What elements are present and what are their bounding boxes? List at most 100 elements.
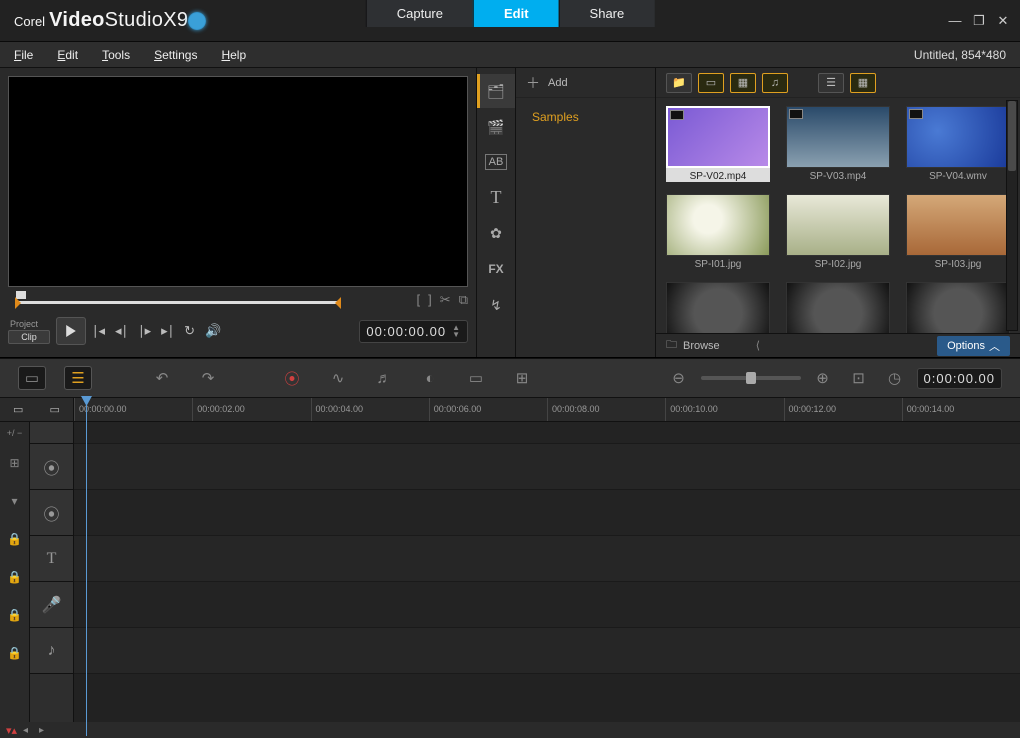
library-thumbnail[interactable]: SP-V03.mp4	[786, 106, 890, 190]
sound-mixer-icon[interactable]: ∿	[324, 366, 352, 390]
title-track-head[interactable]: T	[30, 536, 73, 582]
project-duration[interactable]: 0:00:00.00	[917, 368, 1002, 389]
voice-track-head[interactable]: 🎤	[30, 582, 73, 628]
multicam-icon[interactable]: ⊞	[508, 366, 536, 390]
scrub-bar[interactable]	[18, 301, 338, 304]
path-icon[interactable]: ↯	[477, 288, 515, 322]
tab-capture[interactable]: Capture	[366, 0, 473, 27]
music-track-head[interactable]: ♪	[30, 628, 73, 674]
show-photo-icon[interactable]: ▦	[730, 73, 756, 93]
library-thumbnail[interactable]: SP-V04.wmv	[906, 106, 1010, 190]
snapshot-icon[interactable]: ⧉	[459, 292, 468, 308]
volume-icon[interactable]: 🔊	[205, 323, 221, 339]
zoom-slider[interactable]	[701, 376, 801, 380]
library-thumbnail[interactable]: SP-I01.jpg	[666, 194, 770, 278]
overlay-track-head[interactable]: ⦿	[30, 490, 73, 536]
fit-project-icon[interactable]: ⊡	[845, 366, 873, 390]
track-collapse-a-icon[interactable]: ▭	[13, 403, 23, 416]
track-manager-icon[interactable]: ⊞	[0, 444, 29, 482]
subtitle-icon[interactable]: ▭	[462, 366, 490, 390]
timeline-view-icon[interactable]: ☰	[64, 366, 92, 390]
timecode-stepper[interactable]: ▲▼	[452, 324, 461, 338]
library-scrollbar[interactable]	[1006, 100, 1018, 331]
options-button[interactable]: Options︿	[937, 336, 1010, 356]
folder-column: ＋ Add Samples	[515, 68, 655, 357]
preview-screen[interactable]	[9, 77, 467, 286]
filter-icon[interactable]: FX	[477, 252, 515, 286]
graphic-icon[interactable]: ✿	[477, 216, 515, 250]
title-icon[interactable]: T	[477, 180, 515, 214]
title-track-lane[interactable]	[74, 536, 1020, 582]
mark-out-icon[interactable]: ]	[428, 292, 432, 308]
list-view-icon[interactable]: ☰	[818, 73, 844, 93]
project-mode-label[interactable]: Project	[8, 318, 50, 330]
instant-project-icon[interactable]: 🎬	[477, 110, 515, 144]
library-thumbnail[interactable]: SP-I03.jpg	[906, 194, 1010, 278]
go-end-icon[interactable]: ▸∣	[161, 323, 174, 339]
undo-icon[interactable]: ↶	[148, 366, 176, 390]
library-thumbnail[interactable]	[906, 282, 1010, 333]
add-label[interactable]: Add	[548, 77, 568, 89]
library-thumbnail[interactable]: SP-V02.mp4	[666, 106, 770, 190]
menu-settings[interactable]: Settings	[154, 48, 197, 62]
zoom-out-icon[interactable]: ⊖	[665, 366, 693, 390]
library-thumbnail[interactable]	[666, 282, 770, 333]
video-track-head[interactable]: ⦿	[30, 444, 73, 490]
track-lanes[interactable]	[74, 422, 1020, 722]
footer-arrow-icon[interactable]: ⟨	[756, 339, 760, 352]
browse-label[interactable]: Browse	[683, 340, 720, 352]
plus-minus-toggle[interactable]: +/ −	[0, 422, 29, 444]
guide-button[interactable]	[188, 12, 206, 30]
lock-icon-3[interactable]: 🔒	[0, 596, 29, 634]
lock-icon-4[interactable]: 🔒	[0, 634, 29, 672]
browse-icon[interactable]: 🗀	[666, 336, 677, 355]
plus-icon[interactable]: ＋	[526, 73, 540, 93]
cut-icon[interactable]: ✂	[440, 292, 451, 308]
video-track-lane[interactable]	[74, 444, 1020, 490]
track-collapse-b-icon[interactable]: ▭	[50, 403, 60, 416]
play-button[interactable]	[56, 317, 86, 345]
menu-tools[interactable]: Tools	[102, 48, 130, 62]
marker-icon[interactable]: ▾▴	[6, 724, 17, 737]
auto-music-icon[interactable]: ♬	[370, 366, 398, 390]
clip-mode-label[interactable]: Clip	[8, 330, 50, 344]
loop-icon[interactable]: ↻	[184, 323, 195, 339]
record-icon[interactable]: ⦿	[278, 366, 306, 390]
close-icon[interactable]: ✕	[996, 14, 1010, 28]
timecode-display[interactable]: 00:00:00.00 ▲▼	[359, 320, 468, 343]
timeline-playhead[interactable]	[86, 396, 87, 736]
lock-icon-2[interactable]: 🔒	[0, 558, 29, 596]
redo-icon[interactable]: ↷	[194, 366, 222, 390]
folder-samples[interactable]: Samples	[516, 104, 655, 130]
show-video-icon[interactable]: ▭	[698, 73, 724, 93]
minimize-icon[interactable]: —	[948, 14, 962, 28]
storyboard-view-icon[interactable]: ▭	[18, 366, 46, 390]
music-track-lane[interactable]	[74, 628, 1020, 674]
tab-edit[interactable]: Edit	[473, 0, 559, 27]
voice-track-lane[interactable]	[74, 582, 1020, 628]
scroll-left-icon[interactable]: ◂	[23, 725, 33, 736]
transition-icon[interactable]: AB	[485, 154, 507, 170]
import-icon[interactable]: 📁	[666, 73, 692, 93]
library-thumbnail[interactable]	[786, 282, 890, 333]
lock-icon-1[interactable]: 🔒	[0, 520, 29, 558]
library-thumbnail[interactable]: SP-I02.jpg	[786, 194, 890, 278]
scroll-right-icon[interactable]: ▸	[39, 725, 49, 736]
menu-file[interactable]: File	[14, 48, 33, 62]
ruler-ticks[interactable]: 00:00:00.0000:00:02.0000:00:04.0000:00:0…	[74, 398, 1020, 421]
restore-icon[interactable]: ❐	[972, 14, 986, 28]
chevron-down-icon[interactable]: ▾	[0, 482, 29, 520]
step-fwd-icon[interactable]: ∣▸	[138, 323, 151, 339]
zoom-in-icon[interactable]: ⊕	[809, 366, 837, 390]
go-start-icon[interactable]: ∣◂	[92, 323, 105, 339]
menu-edit[interactable]: Edit	[57, 48, 78, 62]
overlay-track-lane[interactable]	[74, 490, 1020, 536]
tab-share[interactable]: Share	[559, 0, 655, 27]
motion-track-icon[interactable]: ◐	[416, 366, 444, 390]
step-back-icon[interactable]: ◂∣	[115, 323, 128, 339]
show-audio-icon[interactable]: ♫	[762, 73, 788, 93]
mark-in-icon[interactable]: [	[417, 292, 421, 308]
menu-help[interactable]: Help	[221, 48, 246, 62]
media-tab-icon[interactable]: 🗂	[477, 74, 515, 108]
thumb-view-icon[interactable]: ▦	[850, 73, 876, 93]
